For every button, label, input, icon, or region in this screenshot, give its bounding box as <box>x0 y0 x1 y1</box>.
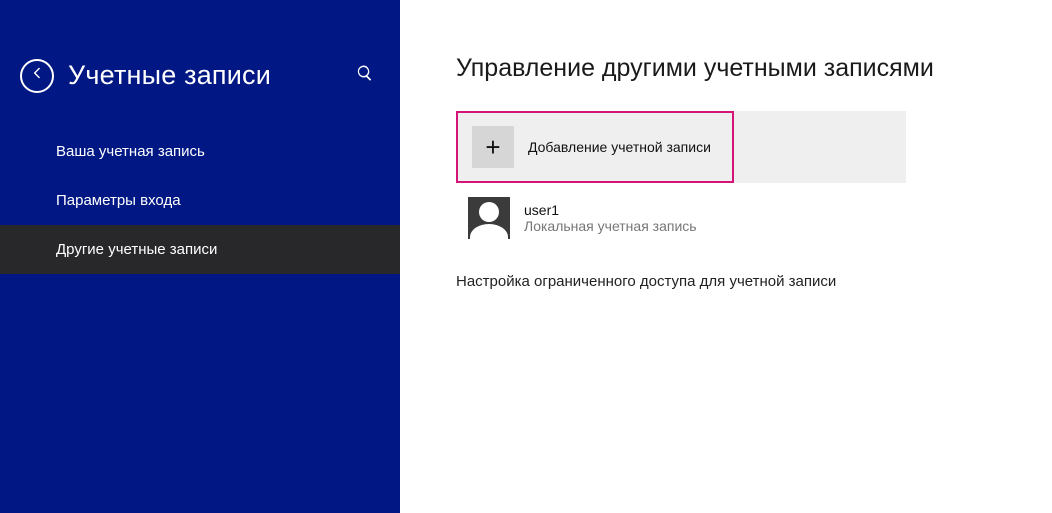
main-panel: Управление другими учетными записями + Д… <box>400 0 1052 513</box>
sidebar-title: Учетные записи <box>68 60 271 91</box>
sidebar-header: Учетные записи <box>0 48 400 123</box>
sidebar-nav: Ваша учетная запись Параметры входа Друг… <box>0 127 400 274</box>
arrow-left-icon <box>29 65 45 86</box>
sidebar-item-signin-options[interactable]: Параметры входа <box>0 176 400 225</box>
restricted-access-link[interactable]: Настройка ограниченного доступа для учет… <box>456 273 1012 290</box>
add-account-row[interactable]: + Добавление учетной записи <box>456 111 906 183</box>
sidebar-title-group: Учетные записи <box>20 59 271 93</box>
sidebar-item-your-account[interactable]: Ваша учетная запись <box>0 127 400 176</box>
sidebar: Учетные записи Ваша учетная запись Парам… <box>0 0 400 513</box>
avatar-icon <box>468 197 510 239</box>
user-name: user1 <box>524 202 697 218</box>
sidebar-item-other-accounts[interactable]: Другие учетные записи <box>0 225 400 274</box>
back-button[interactable] <box>20 59 54 93</box>
user-type: Локальная учетная запись <box>524 218 697 234</box>
search-button[interactable] <box>350 58 380 93</box>
add-account-label: Добавление учетной записи <box>528 139 711 155</box>
user-info: user1 Локальная учетная запись <box>524 202 697 234</box>
page-title: Управление другими учетными записями <box>456 54 1012 83</box>
user-account-row[interactable]: user1 Локальная учетная запись <box>456 193 1012 253</box>
add-account-highlight: + Добавление учетной записи <box>456 111 734 183</box>
add-account-button[interactable]: + Добавление учетной записи <box>460 115 730 179</box>
plus-icon: + <box>472 126 514 168</box>
search-icon <box>356 69 374 86</box>
